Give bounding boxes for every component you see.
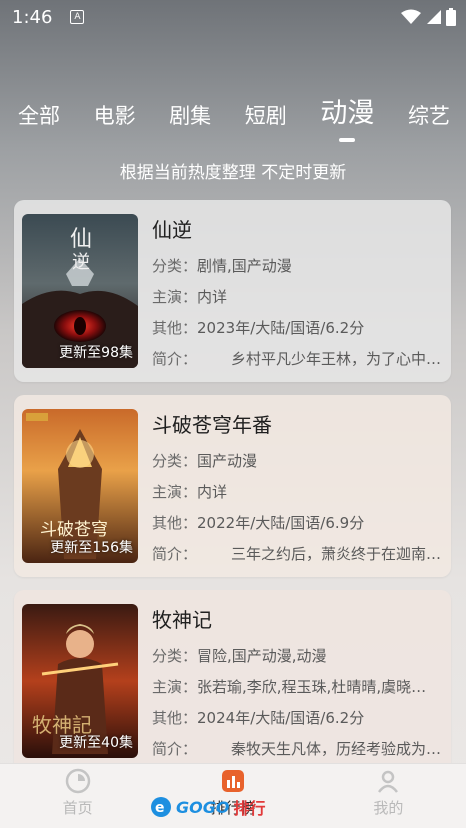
list-item[interactable]: 仙 逆 更新至98集 仙逆 分类：剧情,国产动漫 主演：内详 其他：2023年/… [14,200,451,382]
intro-label: 简介： [152,740,198,758]
item-category: 分类：冒险,国产动漫,动漫 [152,645,444,676]
ranking-list: 仙 逆 更新至98集 仙逆 分类：剧情,国产动漫 主演：内详 其他：2023年/… [14,200,451,785]
tab-all[interactable]: 全部 [18,100,60,142]
item-intro: 简介： 乡村平凡少年王林，为了心中… [152,348,444,379]
category-value: 冒险,国产动漫,动漫 [197,647,327,665]
item-info: 牧神记 分类：冒险,国产动漫,动漫 主演：张若瑜,李欣,程玉珠,杜晴晴,虞晓… … [152,604,444,769]
home-icon [65,768,90,794]
nav-ranking-label: 排行榜 [210,799,256,817]
poster-image[interactable]: 牧神記 更新至40集 [22,604,138,758]
item-title[interactable]: 仙逆 [152,214,444,243]
tab-movie[interactable]: 电影 [94,100,136,142]
item-other: 其他：2023年/大陆/国语/6.2分 [152,317,444,348]
signal-icon [427,10,441,24]
nav-ranking[interactable]: 排行榜 [155,768,310,818]
nav-profile-label: 我的 [373,799,404,817]
other-value: 2024年/大陆/国语/6.2分 [197,709,365,727]
notification-icon: A [70,10,85,24]
list-item[interactable]: 斗破苍穹 更新至156集 斗破苍穹年番 分类：国产动漫 主演：内详 其他：202… [14,395,451,577]
cast-value: 张若瑜,李欣,程玉珠,杜晴晴,虞晓… [197,678,427,696]
bottom-nav: 首页 排行榜 我的 [0,763,466,828]
cast-value: 内详 [197,288,228,306]
tab-short[interactable]: 短剧 [245,100,287,142]
profile-icon [378,770,399,793]
category-label: 分类： [152,452,198,470]
cast-label: 主演： [152,678,198,696]
item-cast: 主演：内详 [152,481,444,512]
tab-series[interactable]: 剧集 [169,100,211,142]
chart-icon [221,770,244,792]
status-bar: 1:46 A [0,0,466,34]
other-label: 其他： [152,709,198,727]
poster-image[interactable]: 仙 逆 更新至98集 [22,214,138,368]
episode-badge: 更新至40集 [59,735,133,751]
item-cast: 主演：内详 [152,286,444,317]
cast-label: 主演： [152,483,198,501]
item-category: 分类：国产动漫 [152,450,444,481]
battery-icon [446,8,456,26]
category-value: 国产动漫 [197,452,258,470]
cast-value: 内详 [197,483,228,501]
episode-badge: 更新至156集 [50,540,133,556]
nav-home-label: 首页 [62,799,93,817]
cast-label: 主演： [152,288,198,306]
intro-value: 秦牧天生凡体，历经考验成为… [231,740,442,758]
item-other: 其他：2022年/大陆/国语/6.9分 [152,512,444,543]
tab-anime[interactable]: 动漫 [320,91,374,142]
other-value: 2022年/大陆/国语/6.9分 [197,514,365,532]
item-title[interactable]: 牧神记 [152,604,444,633]
wifi-icon [401,9,421,24]
item-cast: 主演：张若瑜,李欣,程玉珠,杜晴晴,虞晓… [152,676,444,707]
status-icons [400,8,456,26]
category-tabs: 全部 电影 剧集 短剧 动漫 综艺 [0,92,466,142]
nav-profile[interactable]: 我的 [311,768,466,818]
item-other: 其他：2024年/大陆/国语/6.2分 [152,707,444,738]
item-intro: 简介： 三年之约后，萧炎终于在迦南… [152,543,444,574]
other-label: 其他： [152,514,198,532]
item-info: 仙逆 分类：剧情,国产动漫 主演：内详 其他：2023年/大陆/国语/6.2分 … [152,214,444,379]
list-item[interactable]: 牧神記 更新至40集 牧神记 分类：冒险,国产动漫,动漫 主演：张若瑜,李欣,程… [14,590,451,772]
poster-image[interactable]: 斗破苍穹 更新至156集 [22,409,138,563]
ranking-subtitle: 根据当前热度整理 不定时更新 [119,163,347,183]
intro-label: 简介： [152,350,198,368]
item-title[interactable]: 斗破苍穹年番 [152,409,444,438]
svg-text:仙: 仙 [70,227,92,252]
intro-label: 简介： [152,545,198,563]
status-time: 1:46 [12,6,53,28]
other-value: 2023年/大陆/国语/6.2分 [197,319,365,337]
intro-value: 三年之约后，萧炎终于在迦南… [231,545,442,563]
item-category: 分类：剧情,国产动漫 [152,255,444,286]
intro-value: 乡村平凡少年王林，为了心中… [231,350,442,368]
category-label: 分类： [152,647,198,665]
nav-home[interactable]: 首页 [0,768,155,818]
category-label: 分类： [152,257,198,275]
episode-badge: 更新至98集 [59,345,133,361]
other-label: 其他： [152,319,198,337]
category-value: 剧情,国产动漫 [197,257,292,275]
tab-variety[interactable]: 综艺 [408,100,450,142]
svg-text:逆: 逆 [72,252,90,273]
item-info: 斗破苍穹年番 分类：国产动漫 主演：内详 其他：2022年/大陆/国语/6.9分… [152,409,444,574]
